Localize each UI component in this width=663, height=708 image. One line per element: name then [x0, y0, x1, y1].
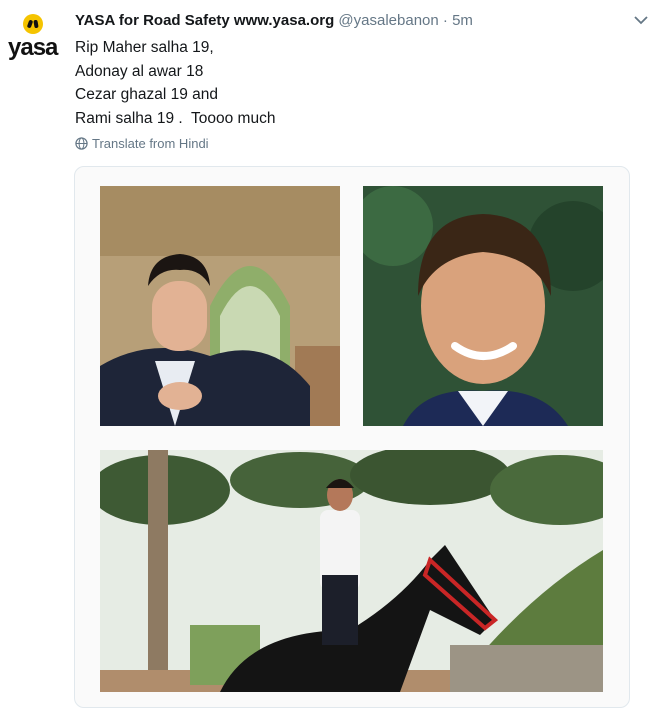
tweet-line: Rami salha 19 . Toooo much — [75, 109, 276, 127]
photo-2[interactable] — [363, 186, 603, 426]
photo-1[interactable] — [100, 186, 340, 426]
header-separator: · — [442, 12, 448, 29]
avatar-brand-text: yasa — [8, 34, 58, 61]
avatar[interactable]: yasa — [8, 14, 58, 66]
photo-3[interactable] — [100, 450, 603, 692]
tweet-timestamp[interactable]: 5m — [452, 12, 473, 29]
author-name[interactable]: YASA for Road Safety www.yasa.org — [75, 12, 334, 29]
globe-icon — [75, 137, 88, 150]
tweet-line: Rip Maher salha 19, — [75, 39, 214, 56]
yasa-logo-icon — [23, 14, 43, 34]
tweet-header: YASA for Road Safety www.yasa.org @yasal… — [75, 12, 633, 32]
tweet-line: Cezar ghazal 19 and — [75, 86, 219, 103]
translate-label: Translate from Hindi — [92, 136, 209, 151]
author-handle[interactable]: @yasalebanon — [338, 12, 438, 29]
tweet-text: Rip Maher salha 19, Adonay al awar 18 Ce… — [75, 36, 615, 130]
translate-link[interactable]: Translate from Hindi — [75, 136, 209, 151]
chevron-down-icon[interactable] — [633, 12, 649, 28]
tweet-line: Adonay al awar 18 — [75, 62, 204, 80]
